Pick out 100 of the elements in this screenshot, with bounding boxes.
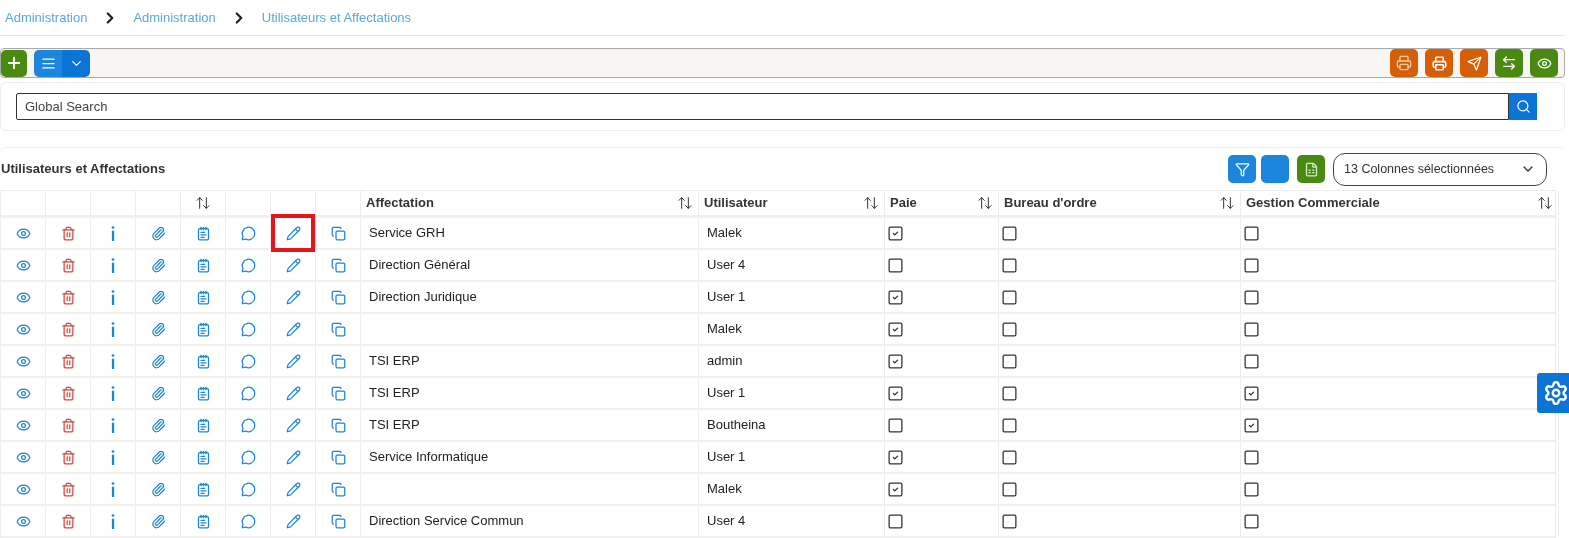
copy-icon[interactable] <box>330 385 346 401</box>
unchecked-checkbox[interactable] <box>1243 512 1260 530</box>
delete-icon[interactable] <box>60 481 76 497</box>
edit-icon[interactable] <box>285 353 301 369</box>
edit-icon[interactable] <box>285 321 301 337</box>
copy-icon[interactable] <box>330 257 346 273</box>
info-icon[interactable] <box>111 289 115 305</box>
copy-icon[interactable] <box>330 225 346 241</box>
unchecked-checkbox[interactable] <box>1243 480 1260 498</box>
unchecked-checkbox[interactable] <box>1001 224 1018 242</box>
checked-checkbox[interactable] <box>1243 384 1260 402</box>
paperclip-icon[interactable] <box>150 353 166 369</box>
document-icon[interactable] <box>195 385 211 401</box>
edit-icon[interactable] <box>285 257 301 273</box>
copy-icon[interactable] <box>330 353 346 369</box>
paperclip-icon[interactable] <box>150 225 166 241</box>
paperclip-icon[interactable] <box>150 257 166 273</box>
paperclip-icon[interactable] <box>150 481 166 497</box>
view-icon[interactable] <box>15 257 31 273</box>
sort-icon[interactable] <box>863 195 879 211</box>
copy-icon[interactable] <box>330 321 346 337</box>
breadcrumb-link[interactable]: Administration <box>133 7 216 28</box>
view-button[interactable] <box>1530 49 1558 77</box>
unchecked-checkbox[interactable] <box>1243 352 1260 370</box>
comment-icon[interactable] <box>240 385 256 401</box>
paperclip-icon[interactable] <box>150 289 166 305</box>
info-icon[interactable] <box>111 417 115 433</box>
delete-icon[interactable] <box>60 321 76 337</box>
edit-icon[interactable] <box>285 449 301 465</box>
sort-icon[interactable] <box>195 195 211 211</box>
comment-icon[interactable] <box>240 449 256 465</box>
copy-icon[interactable] <box>330 417 346 433</box>
copy-icon[interactable] <box>330 449 346 465</box>
copy-icon[interactable] <box>330 513 346 529</box>
sort-icon[interactable] <box>1219 195 1235 211</box>
edit-icon[interactable] <box>285 481 301 497</box>
paperclip-icon[interactable] <box>150 321 166 337</box>
delete-icon[interactable] <box>60 417 76 433</box>
unchecked-checkbox[interactable] <box>1001 320 1018 338</box>
document-icon[interactable] <box>195 417 211 433</box>
comment-icon[interactable] <box>240 225 256 241</box>
info-icon[interactable] <box>111 257 115 273</box>
unchecked-checkbox[interactable] <box>1001 416 1018 434</box>
unchecked-checkbox[interactable] <box>1001 480 1018 498</box>
paperclip-icon[interactable] <box>150 449 166 465</box>
unchecked-checkbox[interactable] <box>1243 288 1260 306</box>
delete-icon[interactable] <box>60 257 76 273</box>
document-icon[interactable] <box>195 513 211 529</box>
edit-icon[interactable] <box>285 225 301 241</box>
sort-icon[interactable] <box>977 195 993 211</box>
unchecked-checkbox[interactable] <box>1001 448 1018 466</box>
comment-icon[interactable] <box>240 513 256 529</box>
copy-icon[interactable] <box>330 289 346 305</box>
delete-icon[interactable] <box>60 353 76 369</box>
settings-button[interactable] <box>1537 373 1569 413</box>
checked-checkbox[interactable] <box>887 288 904 306</box>
filter-button[interactable] <box>1228 155 1256 183</box>
document-icon[interactable] <box>195 289 211 305</box>
unchecked-checkbox[interactable] <box>1001 384 1018 402</box>
unchecked-checkbox[interactable] <box>1001 352 1018 370</box>
copy-icon[interactable] <box>330 481 346 497</box>
unchecked-checkbox[interactable] <box>1001 256 1018 274</box>
info-icon[interactable] <box>111 513 115 529</box>
paperclip-icon[interactable] <box>150 385 166 401</box>
checked-checkbox[interactable] <box>1243 416 1260 434</box>
checked-checkbox[interactable] <box>887 224 904 242</box>
comment-icon[interactable] <box>240 353 256 369</box>
sort-icon[interactable] <box>1537 195 1553 211</box>
document-icon[interactable] <box>195 257 211 273</box>
comment-icon[interactable] <box>240 417 256 433</box>
search-button[interactable] <box>1509 93 1537 120</box>
print-button[interactable] <box>1425 49 1453 77</box>
view-icon[interactable] <box>15 225 31 241</box>
unchecked-checkbox[interactable] <box>1243 256 1260 274</box>
view-icon[interactable] <box>15 353 31 369</box>
edit-icon[interactable] <box>285 385 301 401</box>
view-icon[interactable] <box>15 417 31 433</box>
send-button[interactable] <box>1460 49 1488 77</box>
printers-button[interactable] <box>1390 49 1418 77</box>
view-icon[interactable] <box>15 289 31 305</box>
checked-checkbox[interactable] <box>887 384 904 402</box>
swap-button[interactable] <box>1495 49 1523 77</box>
dropdown-button[interactable] <box>62 49 90 77</box>
document-icon[interactable] <box>195 321 211 337</box>
info-icon[interactable] <box>111 481 115 497</box>
comment-icon[interactable] <box>240 289 256 305</box>
view-icon[interactable] <box>15 513 31 529</box>
unchecked-checkbox[interactable] <box>887 512 904 530</box>
document-icon[interactable] <box>195 353 211 369</box>
sort-icon[interactable] <box>677 195 693 211</box>
unchecked-checkbox[interactable] <box>887 416 904 434</box>
delete-icon[interactable] <box>60 513 76 529</box>
delete-icon[interactable] <box>60 385 76 401</box>
checked-checkbox[interactable] <box>887 448 904 466</box>
blank-button[interactable] <box>1261 155 1289 183</box>
breadcrumb-link[interactable]: Utilisateurs et Affectations <box>261 7 412 28</box>
document-icon[interactable] <box>195 481 211 497</box>
add-button[interactable] <box>1 49 27 77</box>
info-icon[interactable] <box>111 225 115 241</box>
info-icon[interactable] <box>111 353 115 369</box>
